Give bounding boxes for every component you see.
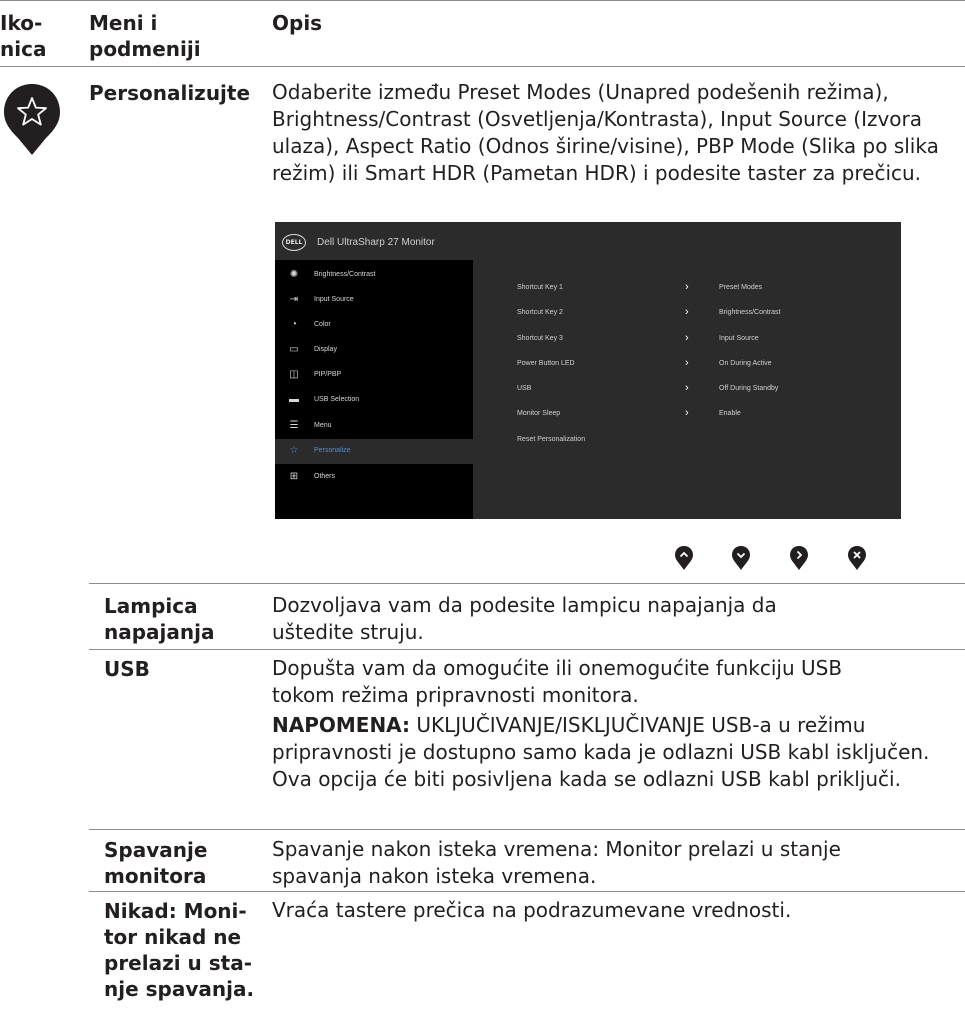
osd-row-shortcut-key-3[interactable]: Shortcut Key 3 › Input Source [517,332,857,349]
osd-menu-label: USB Selection [314,396,360,403]
star-icon: ☆ [289,445,299,456]
row-desc-usb: Dopušta vam da omogućite ili onemogućite… [272,656,843,707]
chevron-right-icon: › [685,306,689,318]
display-icon: ▭ [289,344,299,355]
row-name-line: napajanja [104,620,215,644]
osd-menu-label: PIP/PBP [314,371,342,378]
chevron-right-icon: › [685,382,689,394]
row-note-usb: NAPOMENA: UKLJUČIVANJE/ISKLJUČIVANJE USB… [272,712,962,793]
row-desc-nikad: Vraća tastere prečica na podrazumevane v… [272,898,792,922]
menu-icon: ☰ [289,420,299,431]
osd-menu-item-personalize[interactable]: ☆ Personalize [275,439,473,464]
osd-menu: ✺ Brightness/Contrast ⇥ Input Source ◔ Colo… [275,260,473,519]
osd-row-key: Monitor Sleep [517,410,561,417]
close-icon[interactable] [847,545,867,571]
row-rule [89,891,965,892]
chevron-right-icon: › [685,332,689,344]
row-rule [89,649,965,650]
osd-row-key: Shortcut Key 2 [517,309,563,316]
header-icon-line2: nica [0,37,47,61]
row-name-nikad: Nikad: Moni- tor nikad ne prelazi u sta-… [104,898,264,1002]
osd-menu-item-brightness[interactable]: ✺ Brightness/Contrast [275,263,473,288]
osd-row-key: Power Button LED [517,360,575,367]
osd-row-monitor-sleep[interactable]: Monitor Sleep › Enable [517,407,857,424]
osd-menu-item-usb-selection[interactable]: ▬ USB Selection [275,388,473,413]
star-icon [4,84,60,155]
chevron-right-icon: › [685,407,689,419]
row-name-line: nje spavanja. [104,977,255,1001]
osd-row-power-button-led[interactable]: Power Button LED › On During Active [517,357,857,374]
row-name-line: Nikad: Moni- [104,899,247,923]
right-icon[interactable] [789,545,809,571]
row-rule [89,829,965,830]
row-name-line: Lampica [104,594,198,618]
row-desc-spavanje: Spavanje nakon isteka vremena: Monitor p… [272,837,841,888]
header-menu-line1: Meni i [89,11,158,35]
row-rule [89,583,965,584]
osd-menu-label: Personalize [314,447,351,454]
usb-selection-icon: ▬ [289,394,299,405]
osd-row-value: Off During Standby [719,385,779,392]
osd-row-key: USB [517,385,532,392]
input-source-icon: ⇥ [289,294,299,305]
header-icon-col: Iko- nica [0,10,62,62]
osd-row-key: Shortcut Key 3 [517,335,563,342]
header-menu-line2: podmeniji [89,37,201,61]
osd-menu-item-color[interactable]: ◔ Color [275,313,473,338]
osd-menu-label: Display [314,346,337,353]
chevron-right-icon: › [685,357,689,369]
personalize-name: Personalizujte [89,81,251,105]
row-name-line: monitora [104,864,207,888]
up-icon[interactable] [674,545,694,571]
osd-menu-label: Others [314,473,336,480]
osd-menu-label: Menu [314,422,332,429]
note-label: NAPOMENA: [272,713,411,737]
osd-menu-item-others[interactable]: ⊞ Others [275,465,473,490]
osd-row-key: Reset Personalization [517,436,586,443]
color-icon: ◔ [290,319,298,330]
header-icon-line1: Iko- [0,11,43,35]
row-name-line: tor nikad ne [104,925,242,949]
osd-row-shortcut-key-2[interactable]: Shortcut Key 2 › Brightness/Contrast [517,306,857,323]
row-name-line: Spavanje [104,838,208,862]
osd-row-key: Shortcut Key 1 [517,284,563,291]
osd-row-value: Input Source [719,335,759,342]
row-name-usb: USB [104,657,150,681]
osd-menu-item-menu[interactable]: ☰ Menu [275,414,473,439]
osd-row-usb[interactable]: USB › Off During Standby [517,382,857,399]
row-desc-lampica: Dozvoljava vam da podesite lampicu napaj… [272,593,777,644]
dell-logo: DELL [282,234,306,251]
osd-row-value: Enable [719,410,741,417]
osd-row-shortcut-key-1[interactable]: Shortcut Key 1 › Preset Modes [517,281,857,298]
osd-row-value: Brightness/Contrast [719,309,781,316]
top-rule [0,0,965,1]
header-menu-col: Meni i podmeniji [89,10,201,62]
osd-title: Dell UltraSharp 27 Monitor [317,237,435,248]
row-name-lampica: Lampica napajanja [104,593,264,645]
pip-pbp-icon: ◫ [289,369,299,380]
osd-screenshot: DELL Dell UltraSharp 27 Monitor ✺ Brightn… [275,222,901,519]
chevron-right-icon: › [685,281,689,293]
down-icon[interactable] [731,545,751,571]
header-desc-col: Opis [272,11,323,35]
osd-menu-label: Input Source [314,296,354,303]
osd-menu-label: Brightness/Contrast [314,271,376,278]
brightness-icon: ✺ [289,269,299,280]
personalize-description: Odaberite između Preset Modes (Unapred p… [272,80,939,185]
row-name-line: prelazi u sta- [104,951,253,975]
row-name-spavanje: Spavanje monitora [104,837,264,889]
osd-row-value: On During Active [719,360,772,367]
header-rule [0,66,965,67]
osd-menu-item-pip-pbp[interactable]: ◫ PIP/PBP [275,363,473,388]
osd-row-value: Preset Modes [719,284,763,291]
others-icon: ⊞ [289,471,299,482]
osd-menu-label: Color [314,321,331,328]
osd-menu-item-display[interactable]: ▭ Display [275,338,473,363]
osd-row-reset-personalization[interactable]: Reset Personalization [517,436,857,450]
osd-menu-item-input-source[interactable]: ⇥ Input Source [275,288,473,313]
